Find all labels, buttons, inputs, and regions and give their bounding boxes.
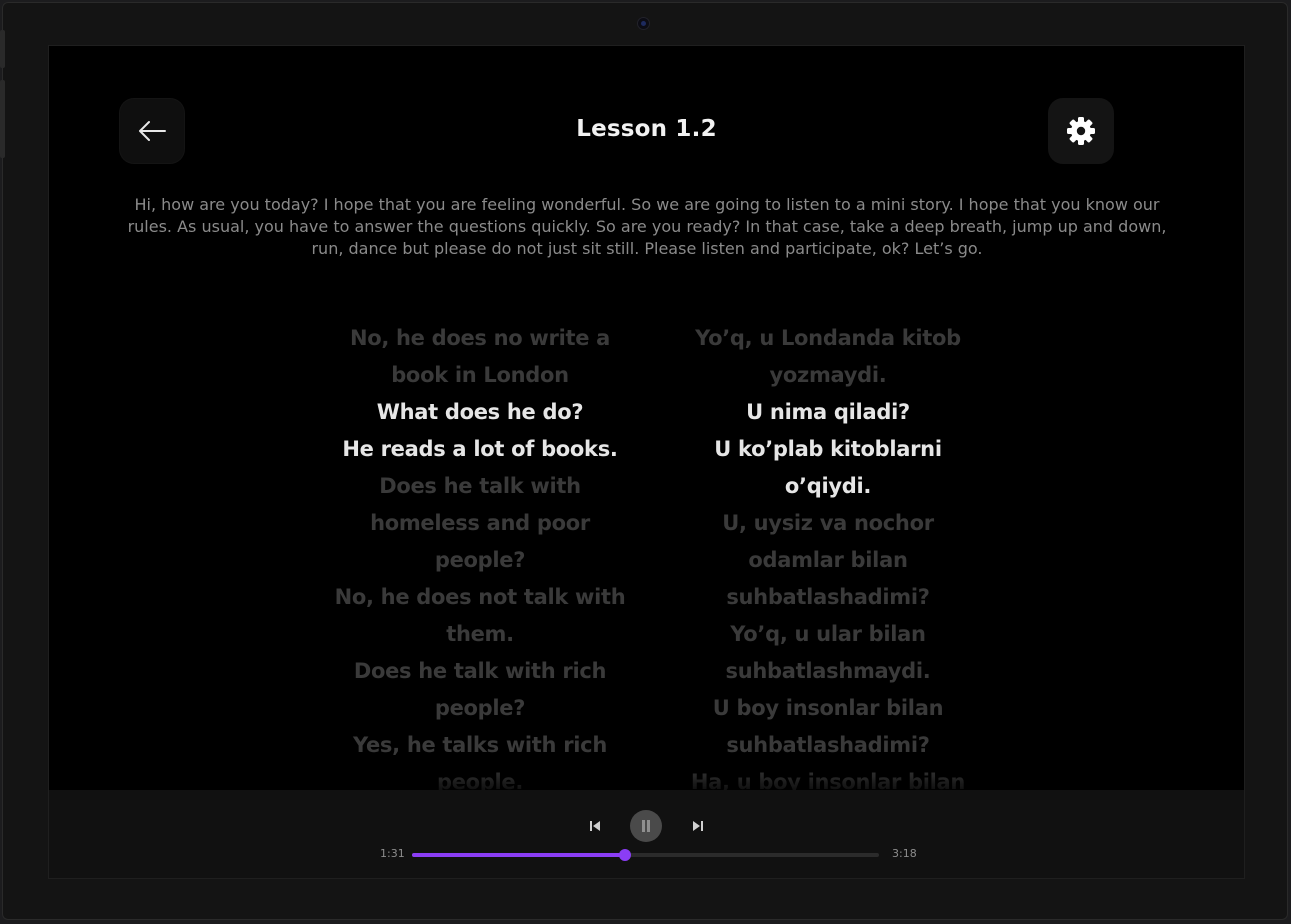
progress-handle[interactable] — [619, 849, 632, 861]
audio-player: 1:31 3:18 — [49, 790, 1244, 878]
progress-slider[interactable] — [412, 849, 879, 861]
english-lyric-line[interactable]: No, he does not talk with them. — [330, 579, 630, 653]
app-screen: Lesson 1.2 Hi, how are you today? I hope… — [49, 46, 1244, 878]
uzbek-lyric-line[interactable]: U boy insonlar bilan suhbatlashadimi? — [678, 690, 978, 764]
skip-previous-icon — [590, 821, 600, 831]
pause-icon — [642, 820, 650, 832]
english-lyric-line[interactable]: Does he talk with homeless and poor peop… — [330, 468, 630, 579]
uzbek-lyric-line[interactable]: U nima qiladi? — [678, 394, 978, 431]
lyrics-panel: No, he does no write a book in London Wha… — [49, 320, 1244, 868]
progress-fill — [412, 853, 626, 857]
english-lyric-line[interactable]: He reads a lot of books. — [330, 431, 630, 468]
lesson-intro-text: Hi, how are you today? I hope that you a… — [127, 195, 1167, 258]
uzbek-lyric-line[interactable]: Yo’q, u Londanda kitob yozmaydi. — [678, 320, 978, 394]
gear-icon — [1067, 117, 1095, 145]
uzbek-lyric-line[interactable]: U ko’plab kitoblarni o’qiydi. — [678, 431, 978, 505]
total-time: 3:18 — [892, 847, 917, 860]
english-lyric-line[interactable]: What does he do? — [330, 394, 630, 431]
pause-button[interactable] — [630, 810, 662, 842]
english-lyrics-column: No, he does no write a book in London Wha… — [330, 320, 630, 801]
english-lyric-line[interactable]: Does he talk with rich people? — [330, 653, 630, 727]
device-side-button — [0, 30, 5, 68]
next-button[interactable] — [688, 816, 708, 836]
skip-next-icon — [693, 821, 703, 831]
english-lyric-line[interactable]: No, he does no write a book in London — [330, 320, 630, 394]
current-time: 1:31 — [380, 847, 405, 860]
uzbek-lyric-line[interactable]: U, uysiz va nochor odamlar bilan suhbatl… — [678, 505, 978, 616]
camera-icon — [638, 18, 649, 29]
uzbek-lyric-line[interactable]: Yo’q, u ular bilan suhbatlashmaydi. — [678, 616, 978, 690]
settings-button[interactable] — [1049, 99, 1113, 163]
device-side-button — [0, 80, 5, 158]
previous-button[interactable] — [585, 816, 605, 836]
